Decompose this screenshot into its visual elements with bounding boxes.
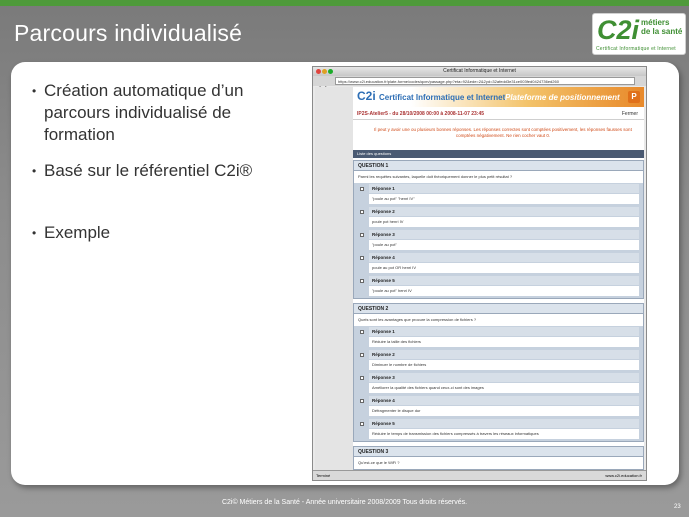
c2i-logo: C2i métiers de la santé Certificat Infor… — [592, 13, 686, 55]
site-logo: C2i — [357, 89, 376, 103]
bullet-item: • Création automatique d’un parcours indi… — [32, 81, 244, 144]
question-heading: QUESTION 2 — [354, 304, 643, 314]
close-icon[interactable] — [316, 69, 321, 74]
question-text: Parmi les requêtes suivantes, laquelle d… — [354, 171, 643, 183]
browser-status-bar: Terminé www.c2i.education.fr — [313, 470, 646, 480]
bullet-item: • Exemple — [32, 223, 111, 242]
question-block: QUESTION 3 Qu'est-ce que le WiFi ? — [353, 446, 644, 470]
answer-checkbox[interactable] — [360, 256, 364, 260]
bullet-dot-icon: • — [32, 84, 37, 98]
answer-checkbox[interactable] — [360, 376, 364, 380]
answer-checkbox[interactable] — [360, 210, 364, 214]
window-titlebar: Certificat Informatique et Internet — [313, 67, 646, 76]
session-bar: IP2S-Atelier5 - du 28/10/2008 00:00 à 20… — [353, 109, 644, 120]
url-field[interactable]: https://www.c2i.education.fr/plate-forme… — [335, 77, 635, 85]
session-title: IP2S-Atelier5 - du 28/10/2008 00:00 à 20… — [357, 111, 485, 117]
answer-option: Réponse 4 Défragmenter le disque dur — [354, 395, 643, 418]
answer-option: Réponse 5 "poule au pot" henri IV — [354, 275, 643, 298]
answer-option: Réponse 3 "poule au pot" — [354, 229, 643, 252]
site-header: C2i Certificat Informatique et Internet … — [353, 87, 644, 107]
answer-option: Réponse 2 Diminuer le nombre de fichiers — [354, 349, 643, 372]
answer-option: Réponse 5 Réduire le temps de transmissio… — [354, 418, 643, 441]
logo-tagline: métiers de la santé — [641, 18, 683, 36]
status-text: Terminé — [316, 473, 331, 478]
status-domain: www.c2i.education.fr — [605, 473, 642, 478]
logo-subtitle: Certificat Informatique et Internet — [596, 46, 676, 52]
bullet-item: • Basé sur le référentiel C2i® — [32, 161, 253, 180]
answer-option: Réponse 1 "poule au pot" "henri IV" — [354, 183, 643, 206]
bullet-dot-icon: • — [32, 226, 37, 240]
answer-checkbox[interactable] — [360, 422, 364, 426]
site-subtitle: Plateforme de positionnement — [505, 93, 620, 102]
answer-option: Réponse 4 poule au pot OR henri IV — [354, 252, 643, 275]
browser-window: Certificat Informatique et Internet ◀ ▶ … — [312, 66, 647, 481]
zoom-icon[interactable] — [328, 69, 333, 74]
question-heading: QUESTION 1 — [354, 161, 643, 171]
window-title: Certificat Informatique et Internet — [443, 68, 516, 74]
page-number: 23 — [674, 504, 681, 510]
address-bar-row: ◀ ▶ https://www.c2i.education.fr/plate-f… — [313, 76, 646, 92]
slide-title: Parcours individualisé — [14, 20, 243, 46]
answer-checkbox[interactable] — [360, 330, 364, 334]
answer-checkbox[interactable] — [360, 187, 364, 191]
bullet-dot-icon: • — [32, 164, 37, 178]
positioning-button[interactable]: P — [628, 91, 640, 103]
answer-checkbox[interactable] — [360, 279, 364, 283]
questions-list-header: Liste des questions — [353, 150, 644, 158]
question-block: QUESTION 2 Quels sont les avantages que … — [353, 303, 644, 442]
question-text: Quels sont les avantages que procure la … — [354, 314, 643, 326]
question-text: Qu'est-ce que le WiFi ? — [354, 457, 643, 469]
page-viewport: C2i Certificat Informatique et Internet … — [315, 87, 644, 470]
answer-option: Réponse 1 Réduire la taille des fichiers — [354, 326, 643, 349]
question-heading: QUESTION 3 — [354, 447, 643, 457]
bullet-list: • Création automatique d’un parcours indi… — [32, 80, 302, 258]
question-block: QUESTION 1 Parmi les requêtes suivantes,… — [353, 160, 644, 299]
slide-footer: C2i© Métiers de la Santé - Année univers… — [221, 499, 468, 506]
minimize-icon[interactable] — [322, 69, 327, 74]
answer-checkbox[interactable] — [360, 399, 364, 403]
logo-mark: C2i — [597, 15, 640, 45]
site-title: Certificat Informatique et Internet — [379, 93, 506, 102]
close-session-link[interactable]: Fermer — [622, 111, 638, 117]
instructions-notice: Il peut y avoir une ou plusieurs bonnes … — [374, 127, 632, 138]
answer-checkbox[interactable] — [360, 233, 364, 237]
web-page: C2i Certificat Informatique et Internet … — [353, 87, 644, 470]
answer-checkbox[interactable] — [360, 353, 364, 357]
answer-option: Réponse 3 Améliorer la qualité des fichie… — [354, 372, 643, 395]
answer-option: Réponse 2 poule pot henri IV — [354, 206, 643, 229]
top-accent-bar — [0, 0, 689, 6]
